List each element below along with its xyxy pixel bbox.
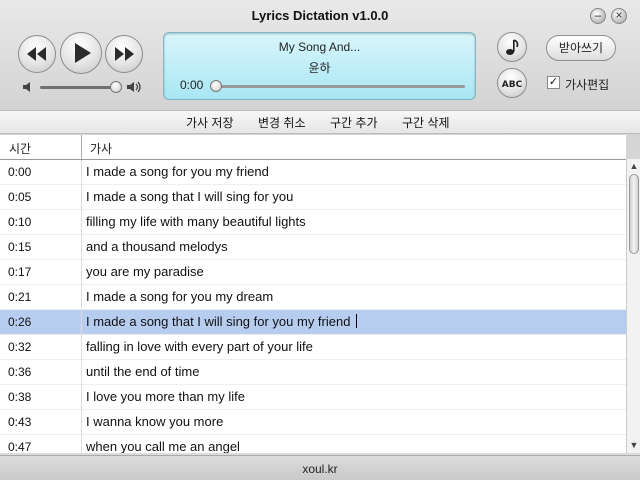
time-cell: 0:43 [8, 415, 32, 429]
table-row[interactable]: 0:43 I wanna know you more [0, 410, 626, 435]
lyric-text: I made a song for you my friend [86, 164, 269, 179]
status-text: xoul.kr [302, 462, 338, 476]
table-row[interactable]: 0:47 when you call me an angel [0, 435, 626, 453]
lyric-cell[interactable]: I made a song for you my dream [86, 289, 273, 304]
now-playing-display: My Song And... 윤하 0:00 [163, 32, 476, 100]
scrollbar-thumb[interactable] [629, 174, 639, 254]
song-title: My Song And... [278, 40, 361, 54]
edit-lyrics-label: 가사편집 [565, 78, 610, 92]
table-row[interactable]: 0:21 I made a song for you my dream [0, 285, 626, 310]
table-row[interactable]: 0:17 you are my paradise [0, 260, 626, 285]
artist-name: 윤하 [308, 61, 331, 75]
time-cell: 0:00 [8, 165, 32, 179]
lyric-text: I made a song that I will sing for you m… [86, 314, 351, 329]
time-cell: 0:32 [8, 340, 32, 354]
abc-icon: ABC [502, 80, 523, 90]
minimize-button[interactable]: – [590, 8, 606, 24]
table-row[interactable]: 0:32 falling in love with every part of y… [0, 335, 626, 360]
progress-knob[interactable] [210, 80, 222, 92]
lyric-text: when you call me an angel [86, 439, 240, 453]
lyric-cell[interactable]: until the end of time [86, 364, 199, 379]
volume-low-icon [23, 82, 30, 92]
time-cell: 0:15 [8, 240, 32, 254]
scroll-up-arrow-icon[interactable]: ▲ [627, 159, 640, 173]
edit-lyrics-checkbox[interactable]: ✓ [547, 76, 560, 89]
column-divider [81, 135, 82, 159]
table-header: 시간 가사 [0, 135, 626, 160]
volume-slider-track[interactable] [40, 86, 118, 89]
lyric-cell[interactable]: I wanna know you more [86, 414, 223, 429]
time-cell: 0:26 [8, 315, 32, 329]
save-lyrics-button[interactable]: 가사 저장 [186, 114, 234, 131]
table-row[interactable]: 0:00 I made a song for you my friend [0, 160, 626, 185]
time-cell: 0:36 [8, 365, 32, 379]
volume-slider-knob[interactable] [109, 81, 122, 93]
table-row[interactable]: 0:15 and a thousand melodys [0, 235, 626, 260]
fast-forward-button[interactable] [105, 35, 143, 73]
time-cell: 0:47 [8, 440, 32, 453]
lyrics-table: 시간 가사 0:00 I made a song for you my frien… [0, 135, 626, 453]
lyric-text: falling in love with every part of your … [86, 339, 313, 354]
table-row[interactable]: 0:36 until the end of time [0, 360, 626, 385]
lyric-text: until the end of time [86, 364, 200, 379]
play-button[interactable] [60, 32, 102, 74]
volume-high-icon [127, 81, 141, 93]
rewind-button[interactable] [18, 35, 56, 73]
column-header-time[interactable]: 시간 [9, 140, 31, 157]
lyric-cell[interactable]: I made a song that I will sing for you m… [86, 314, 358, 329]
lyric-cell[interactable]: I made a song for you my friend [86, 164, 269, 179]
undo-changes-button[interactable]: 변경 취소 [258, 114, 306, 131]
svg-text:ABC: ABC [502, 80, 523, 90]
time-cell: 0:21 [8, 290, 32, 304]
close-button[interactable]: × [611, 8, 627, 24]
music-note-icon [506, 39, 519, 55]
table-body: 0:00 I made a song for you my friend 0:05 I… [0, 160, 626, 453]
music-note-button[interactable] [497, 32, 527, 62]
lyrics-toolbar: 가사 저장 변경 취소 구간 추가 구간 삭제 [0, 110, 640, 134]
column-header-lyrics[interactable]: 가사 [90, 140, 112, 157]
lyric-text: filling my life with many beautiful ligh… [86, 214, 306, 229]
lyric-text: I made a song for you my dream [86, 289, 274, 304]
lyric-cell[interactable]: when you call me an angel [86, 439, 240, 453]
lyric-cell[interactable]: I made a song that I will sing for you [86, 189, 293, 204]
lyric-text: you are my paradise [86, 264, 204, 279]
title-bar: Lyrics Dictation v1.0.0 – × [0, 0, 640, 30]
lyric-cell[interactable]: filling my life with many beautiful ligh… [86, 214, 306, 229]
add-segment-button[interactable]: 구간 추가 [330, 114, 378, 131]
table-row[interactable]: 0:10 filling my life with many beautiful … [0, 210, 626, 235]
spellcheck-button[interactable]: ABC [497, 68, 527, 98]
window-title: Lyrics Dictation v1.0.0 [251, 8, 389, 23]
column-separator [81, 160, 82, 453]
status-bar: xoul.kr [0, 455, 640, 480]
lyric-text: and a thousand melodys [86, 239, 228, 254]
current-time: 0:00 [180, 78, 204, 92]
scroll-down-arrow-icon[interactable]: ▼ [627, 438, 640, 452]
lyric-text: I wanna know you more [86, 414, 224, 429]
table-row[interactable]: 0:38 I love you more than my life [0, 385, 626, 410]
time-cell: 0:17 [8, 265, 32, 279]
progress-bar[interactable] [212, 85, 465, 88]
lyric-cell[interactable]: you are my paradise [86, 264, 204, 279]
rewind-icon [27, 47, 46, 61]
lyric-cell[interactable]: and a thousand melodys [86, 239, 228, 254]
time-cell: 0:05 [8, 190, 32, 204]
text-caret [356, 314, 358, 328]
time-cell: 0:38 [8, 390, 32, 404]
lyric-text: I made a song that I will sing for you [86, 189, 294, 204]
dictation-button[interactable]: 받아쓰기 [546, 35, 616, 61]
table-row[interactable]: 0:26 I made a song that I will sing for y… [0, 310, 626, 335]
delete-segment-button[interactable]: 구간 삭제 [402, 114, 450, 131]
vertical-scrollbar[interactable]: ▲ ▼ [626, 159, 640, 453]
time-cell: 0:10 [8, 215, 32, 229]
play-icon [75, 43, 91, 63]
fast-forward-icon [115, 47, 134, 61]
lyric-text: I love you more than my life [86, 389, 245, 404]
lyric-cell[interactable]: falling in love with every part of your … [86, 339, 313, 354]
table-row[interactable]: 0:05 I made a song that I will sing for y… [0, 185, 626, 210]
app-window: Lyrics Dictation v1.0.0 – × My Song And.… [0, 0, 640, 480]
lyric-cell[interactable]: I love you more than my life [86, 389, 245, 404]
